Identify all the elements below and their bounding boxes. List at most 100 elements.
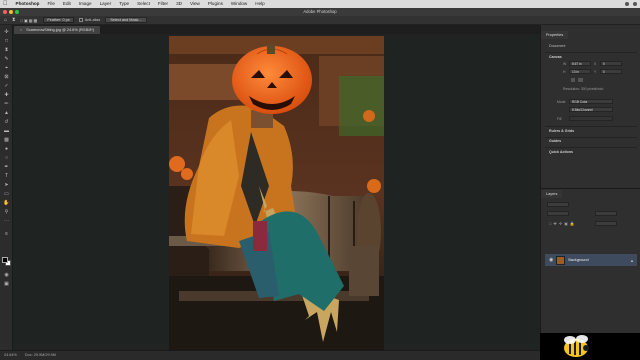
document-canvas-photo[interactable]: [169, 36, 384, 354]
menu-photoshop[interactable]: Photoshop: [16, 0, 40, 8]
canvas-section-head[interactable]: Canvas: [549, 55, 562, 59]
home-icon[interactable]: ⌂: [4, 17, 7, 23]
crop-tool-icon[interactable]: ⌖: [3, 65, 10, 71]
document-tab[interactable]: × ScarecrowSitting.jpg @ 24.6% (RGB/8*): [14, 26, 101, 34]
hand-tool-icon[interactable]: ✋: [3, 200, 10, 206]
foreground-color-swatch[interactable]: [2, 257, 8, 263]
search-icon[interactable]: [625, 2, 629, 6]
y-field[interactable]: 0: [600, 69, 622, 74]
close-tab-icon[interactable]: ×: [20, 28, 22, 32]
lock-options-icons[interactable]: □✚✣▣🔒: [549, 221, 577, 226]
brush-tool-icon[interactable]: ✏: [3, 101, 10, 107]
menu-type[interactable]: Type: [119, 0, 129, 8]
divider: [545, 137, 637, 138]
blend-mode-select[interactable]: [547, 211, 569, 216]
select-and-mask-button[interactable]: Select and Mask...: [105, 17, 147, 23]
layer-kind-filter[interactable]: [547, 202, 569, 207]
eye-icon[interactable]: ◉: [549, 257, 553, 263]
menu-view[interactable]: View: [190, 0, 200, 8]
document-tab-title: ScarecrowSitting.jpg @ 24.6% (RGB/8*): [26, 28, 95, 32]
width-field[interactable]: 8.67 in: [569, 61, 591, 66]
screen-mode-icon[interactable]: ▣: [3, 281, 10, 287]
zoom-tool-icon[interactable]: ⚲: [3, 209, 10, 215]
menu-image[interactable]: Image: [79, 0, 92, 8]
history-brush-tool-icon[interactable]: ↺: [3, 119, 10, 125]
quick-actions-section[interactable]: Quick Actions: [549, 150, 573, 154]
fill-label: Fill: [557, 117, 562, 121]
menu-help[interactable]: Help: [255, 0, 264, 8]
layer-name: Background: [568, 258, 589, 262]
menu-file[interactable]: File: [48, 0, 55, 8]
pen-tool-icon[interactable]: ✒: [3, 164, 10, 170]
type-tool-icon[interactable]: T: [3, 173, 10, 179]
eraser-tool-icon[interactable]: ▬: [3, 128, 10, 134]
rectangle-tool-icon[interactable]: ▭: [3, 191, 10, 197]
menu-3d[interactable]: 3D: [176, 0, 182, 8]
x-field[interactable]: 0: [600, 61, 622, 66]
mode-label: Mode: [557, 100, 566, 104]
move-tool-icon[interactable]: ✣: [3, 29, 10, 35]
fill-field[interactable]: [595, 221, 617, 226]
menu-filter[interactable]: Filter: [158, 0, 168, 8]
anti-alias-label: Anti-alias: [84, 18, 101, 22]
dodge-tool-icon[interactable]: ○: [3, 155, 10, 161]
rulers-grids-section[interactable]: Rulers & Grids: [549, 129, 574, 133]
right-panel-dock: Properties Document Canvas W 8.67 in X 0…: [540, 25, 640, 333]
close-window-icon[interactable]: [3, 10, 7, 14]
doc-size-readout[interactable]: Doc: 29.9M/29.9M: [25, 351, 56, 360]
orientation-landscape-icon[interactable]: [578, 78, 583, 82]
path-selection-tool-icon[interactable]: ➤: [3, 182, 10, 188]
healing-brush-tool-icon[interactable]: ✚: [3, 92, 10, 98]
blur-tool-icon[interactable]: ●: [3, 146, 10, 152]
quick-select-tool-icon[interactable]: ✎: [3, 56, 10, 62]
channel-logo: [540, 333, 640, 360]
clone-stamp-tool-icon[interactable]: ▲: [3, 110, 10, 116]
divider: [545, 52, 637, 53]
layer-row-background[interactable]: ◉ Background ▲: [545, 254, 637, 266]
menu-select[interactable]: Select: [137, 0, 150, 8]
minimize-window-icon[interactable]: [9, 10, 13, 14]
control-center-icon[interactable]: [633, 2, 637, 6]
gradient-tool-icon[interactable]: ▩: [3, 137, 10, 143]
x-label: X: [594, 62, 597, 66]
width-label: W: [563, 62, 567, 66]
bee-logo-icon: [564, 335, 589, 357]
quick-mask-icon[interactable]: ◉: [3, 272, 10, 278]
height-label: H: [563, 70, 566, 74]
selection-mode-icons[interactable]: □▣▦▩: [21, 18, 39, 23]
anti-alias-checkbox[interactable]: Anti-alias: [78, 18, 101, 22]
menu-edit[interactable]: Edit: [63, 0, 71, 8]
bit-depth-select[interactable]: 8 Bits/Channel: [569, 107, 613, 112]
frame-tool-icon[interactable]: ⊠: [3, 74, 10, 80]
mode-select[interactable]: RGB Color: [569, 99, 613, 104]
divider: [545, 147, 637, 148]
divider: [545, 126, 637, 127]
properties-tab[interactable]: Properties: [541, 31, 569, 39]
zoom-readout[interactable]: 24.64%: [4, 351, 17, 360]
options-bar: ⌂ ⧗ □▣▦▩ Feather: 0 px Anti-alias Select…: [0, 16, 640, 25]
opacity-field[interactable]: [595, 211, 617, 216]
more-tools-icon[interactable]: ⋯: [3, 218, 10, 224]
window-title-bar: Adobe Photoshop: [0, 8, 640, 16]
feather-field[interactable]: Feather: 0 px: [43, 17, 74, 23]
apple-icon[interactable]: : [3, 0, 8, 8]
orientation-portrait-icon[interactable]: [571, 78, 575, 82]
lasso-tool-icon[interactable]: ⧗: [3, 47, 10, 53]
menu-plugins[interactable]: Plugins: [208, 0, 223, 8]
edit-toolbar-icon[interactable]: ≡: [3, 231, 10, 237]
fill-select[interactable]: [569, 116, 613, 121]
eyedropper-tool-icon[interactable]: ✓: [3, 83, 10, 89]
lock-icon[interactable]: ▲: [630, 258, 634, 263]
height-field[interactable]: 13 in: [569, 69, 591, 74]
tools-panel: ✣ □ ⧗ ✎ ⌖ ⊠ ✓ ✚ ✏ ▲ ↺ ▬ ▩ ● ○ ✒ T ➤ ▭ ✋ …: [0, 25, 13, 350]
menu-window[interactable]: Window: [231, 0, 247, 8]
zoom-window-icon[interactable]: [15, 10, 19, 14]
menu-bar:  Photoshop File Edit Image Layer Type S…: [0, 0, 640, 8]
guides-section[interactable]: Guides: [549, 139, 561, 143]
menu-layer[interactable]: Layer: [100, 0, 112, 8]
menubar-status-icons: [625, 0, 637, 8]
lasso-tool-preset-icon[interactable]: ⧗: [12, 17, 16, 23]
marquee-tool-icon[interactable]: □: [3, 38, 10, 44]
resolution-readout: Resolution: 300 pixels/inch: [563, 87, 604, 91]
layers-tab[interactable]: Layers: [541, 190, 563, 198]
